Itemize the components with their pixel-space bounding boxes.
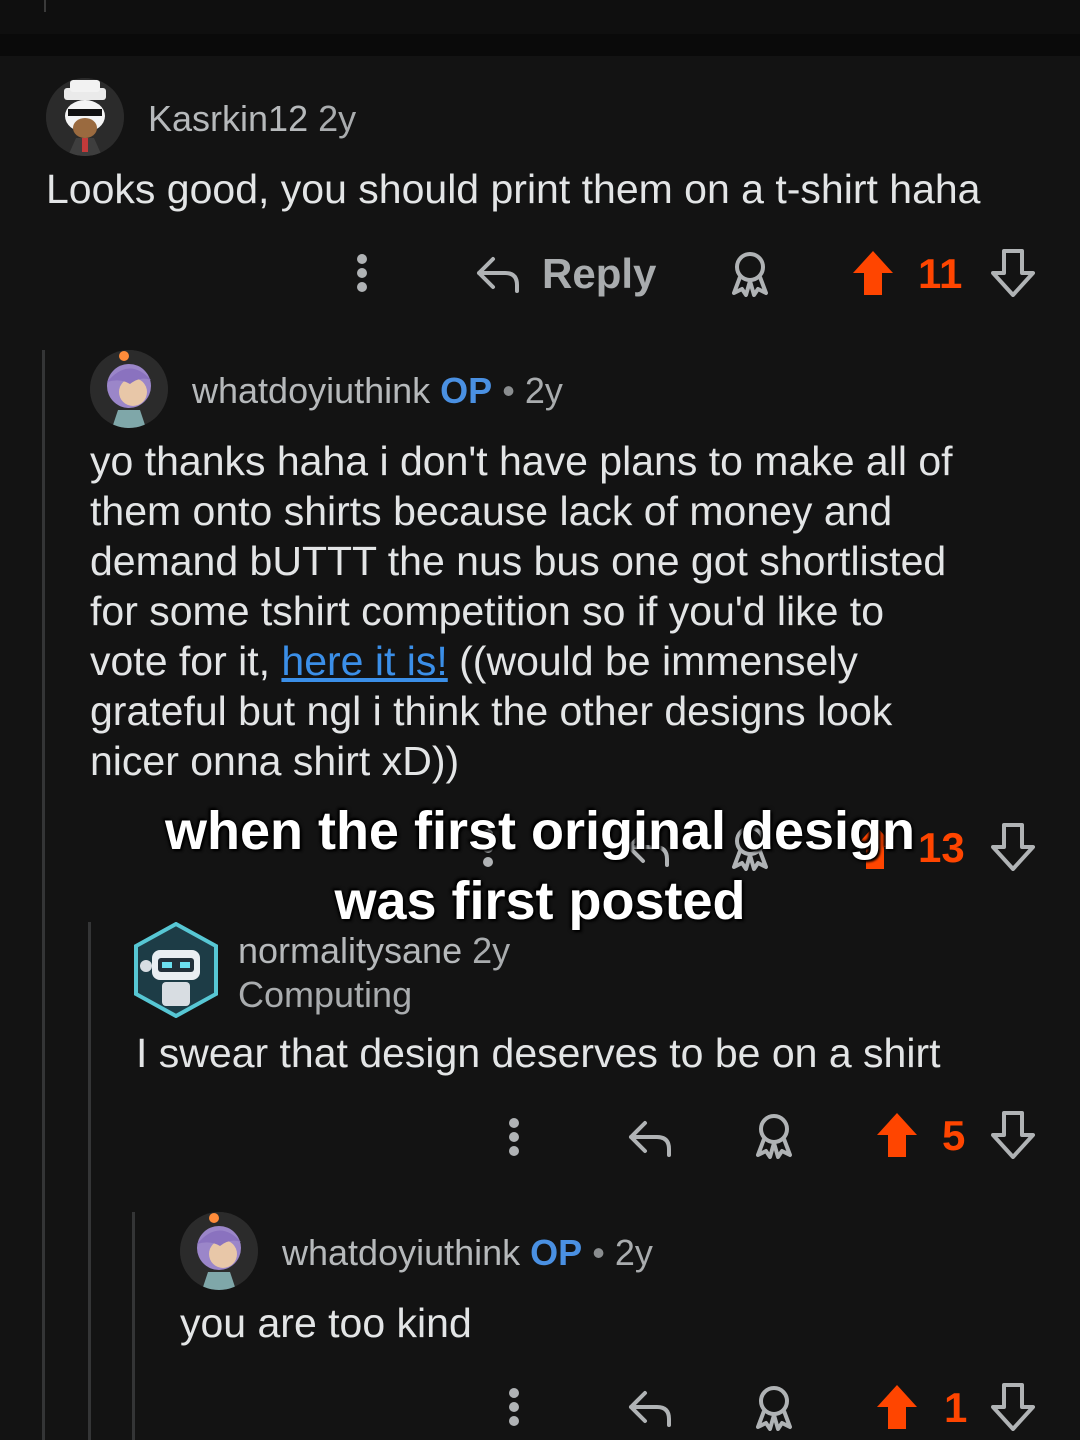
upvote-arrow-icon <box>853 251 893 295</box>
avatar-image <box>180 1212 258 1290</box>
comment-body-line: yo thanks haha i don't have plans to mak… <box>90 438 953 484</box>
vote-count: 1 <box>944 1384 968 1431</box>
award-icon <box>756 1386 792 1431</box>
comment-meta: whatdoyiuthink OP • 2y <box>192 370 563 412</box>
reply-label[interactable]: Reply <box>542 250 656 298</box>
downvote-button[interactable] <box>988 246 1038 300</box>
meme-caption: when the first original design was first… <box>0 796 1080 936</box>
more-options-button[interactable] <box>492 1382 536 1432</box>
comment-body-line: grateful but ngl i think the other desig… <box>90 688 893 734</box>
comment-age: 2y <box>318 98 357 139</box>
meta-separator: • <box>502 370 515 411</box>
award-button[interactable] <box>748 1108 800 1162</box>
reply-arrow-icon <box>629 1121 671 1157</box>
more-options-button[interactable] <box>340 248 384 298</box>
more-vertical-icon <box>357 254 367 292</box>
reply-button[interactable] <box>470 248 526 298</box>
upvote-arrow-icon <box>877 1385 917 1429</box>
username[interactable]: whatdoyiuthink <box>282 1232 520 1273</box>
avatar-image <box>46 78 124 156</box>
comment-body: I swear that design deserves to be on a … <box>136 1030 941 1076</box>
comment-body: Looks good, you should print them on a t… <box>46 166 981 212</box>
vote-count: 5 <box>942 1112 966 1159</box>
reply-button[interactable] <box>622 1382 678 1432</box>
comment-meta: Kasrkin12 2y <box>148 98 356 140</box>
username[interactable]: normalitysane <box>238 930 462 971</box>
thread-line-level-2[interactable] <box>88 922 91 1440</box>
comment-link[interactable]: here it is! <box>281 638 447 684</box>
award-icon <box>732 252 768 297</box>
avatar-image <box>134 922 218 1018</box>
section-divider <box>0 34 1080 56</box>
comment-body: yo thanks haha i don't have plans to mak… <box>90 436 1060 786</box>
avatar[interactable] <box>180 1212 258 1290</box>
upvote-button[interactable] <box>848 246 898 300</box>
comment-body-line: for some tshirt competition so if you'd … <box>90 588 884 634</box>
op-badge: OP <box>530 1232 583 1273</box>
downvote-arrow-icon <box>991 1111 1035 1159</box>
upvote-button[interactable] <box>872 1108 922 1162</box>
comment-age: 2y <box>614 1232 653 1273</box>
more-options-button[interactable] <box>492 1112 536 1162</box>
comment-body-line: them onto shirts because lack of money a… <box>90 488 893 534</box>
downvote-button[interactable] <box>988 1108 1038 1162</box>
meta-separator: • <box>592 1232 605 1273</box>
comment-body-line: nicer onna shirt xD)) <box>90 738 460 784</box>
comment-body-line: vote for it, here it is! ((would be imme… <box>90 636 1060 686</box>
more-vertical-icon <box>509 1388 519 1426</box>
award-icon <box>756 1114 792 1159</box>
previous-comment-edge <box>0 0 1080 34</box>
user-flair: Computing <box>238 974 413 1015</box>
username[interactable]: Kasrkin12 <box>148 98 308 139</box>
avatar[interactable] <box>46 78 124 156</box>
username[interactable]: whatdoyiuthink <box>192 370 430 411</box>
avatar[interactable] <box>90 350 168 428</box>
comment-age: 2y <box>524 370 563 411</box>
downvote-arrow-icon <box>991 1383 1035 1431</box>
comment-text-segment: vote for it, <box>90 638 282 684</box>
comment-body-line: demand bUTTT the nus bus one got shortli… <box>90 538 947 584</box>
upvote-arrow-icon <box>877 1113 917 1157</box>
downvote-arrow-icon <box>991 249 1035 297</box>
comment-meta: whatdoyiuthink OP • 2y <box>282 1232 653 1274</box>
award-button[interactable] <box>724 246 776 300</box>
reply-arrow-icon <box>477 257 519 293</box>
comment-age: 2y <box>472 930 511 971</box>
reply-arrow-icon <box>629 1391 671 1427</box>
award-button[interactable] <box>748 1380 800 1434</box>
avatar[interactable] <box>132 922 220 1018</box>
downvote-button[interactable] <box>988 1380 1038 1434</box>
vote-count: 11 <box>918 250 963 297</box>
reply-button[interactable] <box>622 1112 678 1162</box>
more-vertical-icon <box>509 1118 519 1156</box>
comment-body: you are too kind <box>180 1300 472 1346</box>
caption-line: when the first original design <box>164 801 916 861</box>
comment-meta: normalitysane 2y <box>238 930 510 972</box>
comment-text-segment: ((would be immensely <box>447 638 858 684</box>
avatar-image <box>90 350 168 428</box>
thread-line-level-3[interactable] <box>132 1212 135 1440</box>
op-badge: OP <box>440 370 493 411</box>
upvote-button[interactable] <box>872 1380 922 1434</box>
